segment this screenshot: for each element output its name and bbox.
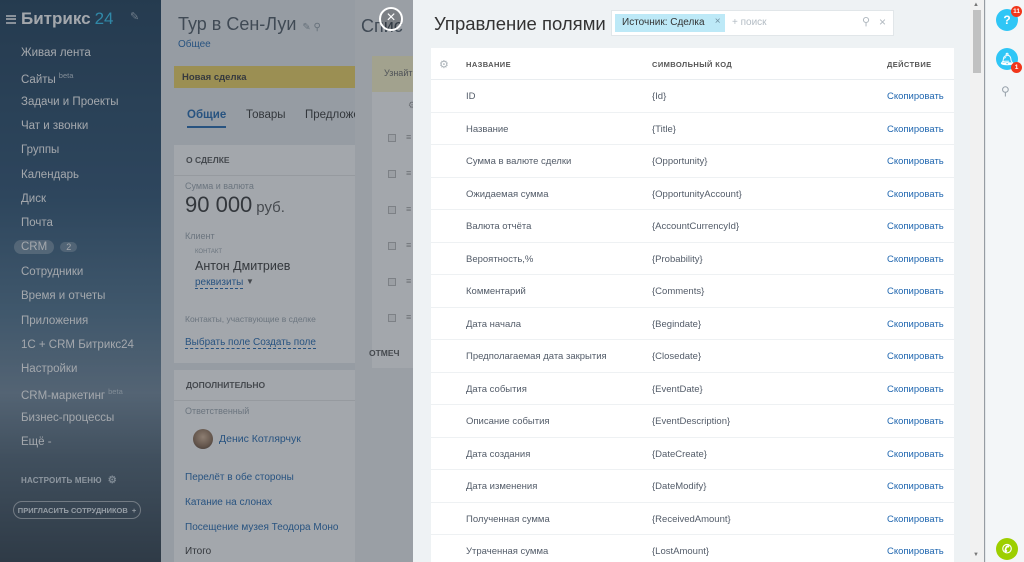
- scrollbar-thumb[interactable]: [973, 10, 981, 73]
- field-code: {Comments}: [652, 286, 705, 297]
- table-row: Ожидаемая сумма {OpportunityAccount} Скопи…: [431, 178, 954, 210]
- field-name: Ожидаемая сумма: [466, 188, 549, 200]
- copy-link[interactable]: Скопировать: [887, 416, 944, 427]
- field-name: Валюта отчёта: [466, 221, 532, 232]
- phone-button[interactable]: ✆: [996, 538, 1018, 560]
- field-code: {Begindate}: [652, 318, 702, 330]
- gear-icon[interactable]: ⚙: [439, 58, 449, 71]
- table-header: ⚙ НАЗВАНИЕ СИМВОЛЬНЫЙ КОД ДЕЙСТВИЕ: [431, 48, 954, 80]
- field-name: Комментарий: [466, 286, 526, 297]
- table-row: Дата создания {DateCreate} Скопировать: [431, 438, 954, 470]
- scrollbar[interactable]: ▲ ▼: [970, 0, 984, 562]
- table-row: Сумма в валюте сделки {Opportunity} Скопир…: [431, 145, 954, 178]
- field-name: Дата создания: [466, 448, 531, 460]
- field-code: {DateModify}: [652, 481, 707, 492]
- column-name-header[interactable]: НАЗВАНИЕ: [466, 60, 511, 69]
- page-title: Управление полями: [434, 13, 606, 34]
- close-icon[interactable]: ×: [379, 7, 403, 31]
- copy-link[interactable]: Скопировать: [887, 481, 944, 492]
- copy-link[interactable]: Скопировать: [887, 449, 944, 460]
- column-code-header[interactable]: СИМВОЛЬНЫЙ КОД: [652, 60, 732, 69]
- table-row: Описание события {EventDescription} Скопир…: [431, 405, 954, 438]
- field-name: Полученная сумма: [466, 513, 550, 525]
- field-name: Дата события: [466, 383, 527, 395]
- table-row: Предполагаемая дата закрытия {Closedate} С…: [431, 340, 954, 373]
- help-icon: ?: [1003, 13, 1011, 27]
- table-row: Дата события {EventDate} Скопировать: [431, 373, 954, 405]
- copy-link[interactable]: Скопировать: [887, 351, 944, 362]
- field-name: Описание события: [466, 416, 550, 427]
- right-toolbar: ? 11 🔔︎ 1 ⚲ ✆: [985, 0, 1024, 562]
- field-code: {Closedate}: [652, 351, 702, 362]
- field-code: {OpportunityAccount}: [652, 188, 742, 200]
- field-code: {Title}: [652, 123, 676, 135]
- field-name: ID: [466, 91, 476, 102]
- copy-link[interactable]: Скопировать: [887, 221, 944, 232]
- field-code: {Id}: [652, 91, 667, 102]
- field-name: Название: [466, 123, 509, 135]
- field-name: Дата изменения: [466, 481, 538, 492]
- field-name: Утраченная сумма: [466, 546, 549, 557]
- fields-table: ⚙ НАЗВАНИЕ СИМВОЛЬНЫЙ КОД ДЕЙСТВИЕ ID {Id…: [431, 48, 954, 562]
- field-name: Сумма в валюте сделки: [466, 156, 572, 167]
- copy-link[interactable]: Скопировать: [887, 384, 944, 395]
- table-row: ID {Id} Скопировать: [431, 80, 954, 113]
- field-name: Вероятность,%: [466, 253, 534, 265]
- field-code: {EventDescription}: [652, 416, 731, 427]
- chip-remove-icon[interactable]: ×: [715, 16, 721, 27]
- copy-link[interactable]: Скопировать: [887, 124, 944, 135]
- copy-link[interactable]: Скопировать: [887, 514, 944, 525]
- table-row: Дата изменения {DateModify} Скопировать: [431, 470, 954, 503]
- copy-link[interactable]: Скопировать: [887, 319, 944, 330]
- copy-link[interactable]: Скопировать: [887, 546, 944, 557]
- help-badge: 11: [1011, 6, 1022, 17]
- clear-icon[interactable]: ×: [879, 15, 886, 29]
- copy-link[interactable]: Скопировать: [887, 286, 944, 297]
- table-row: Вероятность,% {Probability} Скопировать: [431, 243, 954, 275]
- search-icon[interactable]: ⚲: [1001, 84, 1010, 98]
- table-row: Утраченная сумма {LostAmount} Скопировать: [431, 535, 954, 562]
- field-code: {Opportunity}: [652, 156, 708, 167]
- field-code: {AccountCurrencyId}: [652, 221, 740, 232]
- table-row: Дата начала {Begindate} Скопировать: [431, 308, 954, 340]
- table-row: Полученная сумма {ReceivedAmount} Скопиров…: [431, 503, 954, 535]
- copy-link[interactable]: Скопировать: [887, 156, 944, 167]
- filter-chip[interactable]: Источник: Сделка ×: [615, 14, 725, 32]
- field-code: {LostAmount}: [652, 546, 710, 557]
- search-icon[interactable]: ⚲: [862, 15, 870, 28]
- copy-link[interactable]: Скопировать: [887, 189, 944, 200]
- phone-icon: ✆: [1001, 542, 1013, 556]
- copy-link[interactable]: Скопировать: [887, 254, 944, 265]
- field-management-panel: Управление полями Источник: Сделка × + п…: [413, 0, 984, 562]
- field-name: Предполагаемая дата закрытия: [466, 351, 607, 362]
- field-name: Дата начала: [466, 318, 522, 330]
- notifications-badge: 1: [1011, 62, 1022, 73]
- table-row: Валюта отчёта {AccountCurrencyId} Скопиров…: [431, 210, 954, 243]
- table-row: Название {Title} Скопировать: [431, 113, 954, 145]
- table-row: Комментарий {Comments} Скопировать: [431, 275, 954, 308]
- filter-chip-label: Источник: Сделка: [622, 17, 705, 28]
- search-input[interactable]: + поиск: [732, 17, 767, 28]
- column-action-header[interactable]: ДЕЙСТВИЕ: [887, 60, 932, 69]
- copy-link[interactable]: Скопировать: [887, 91, 944, 102]
- scroll-up-icon[interactable]: ▲: [973, 2, 979, 8]
- filter-search-bar[interactable]: Источник: Сделка × + поиск ⚲ ×: [611, 10, 894, 36]
- field-code: {EventDate}: [652, 383, 703, 395]
- scroll-down-icon[interactable]: ▼: [973, 552, 979, 558]
- field-code: {ReceivedAmount}: [652, 513, 731, 525]
- field-code: {Probability}: [652, 253, 703, 265]
- field-code: {DateCreate}: [652, 448, 707, 460]
